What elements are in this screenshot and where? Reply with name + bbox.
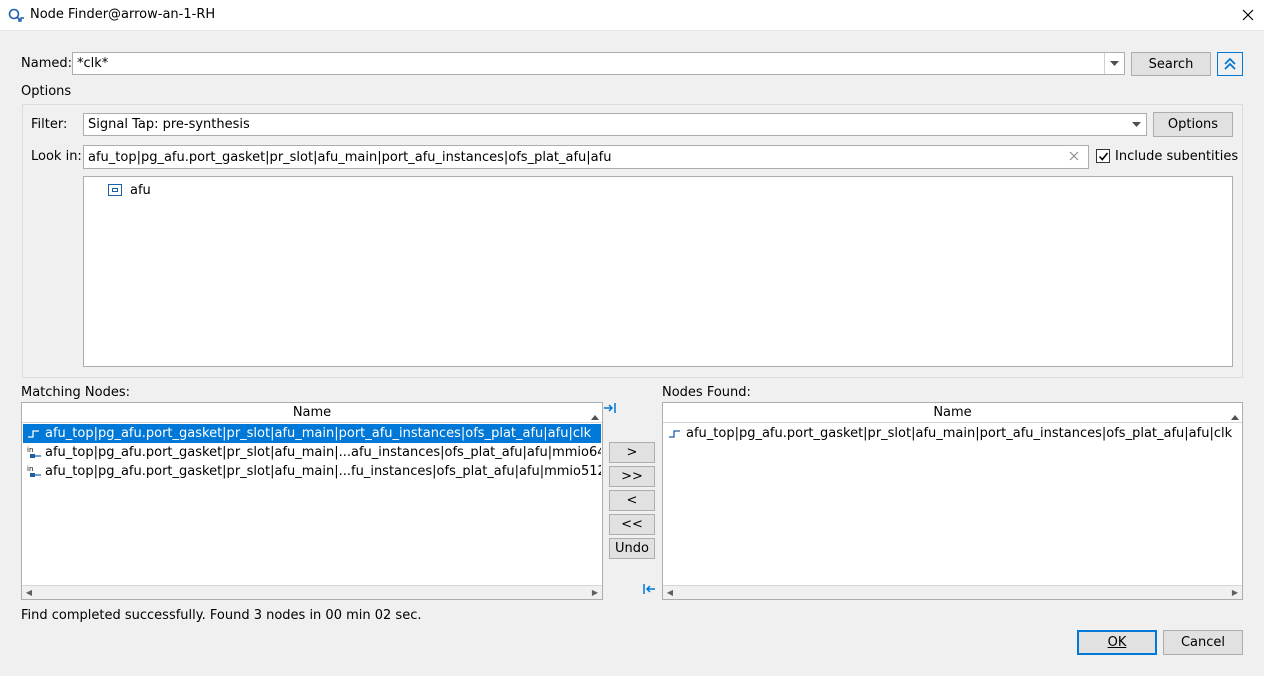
- cancel-button-label: Cancel: [1180, 635, 1226, 650]
- svg-text:in: in: [27, 446, 33, 454]
- sort-ascending-icon: [591, 409, 599, 424]
- named-label: Named:: [21, 56, 72, 71]
- chevron-down-icon[interactable]: [1126, 114, 1146, 135]
- add-button[interactable]: >: [609, 442, 655, 463]
- status-text: Find completed successfully. Found 3 nod…: [21, 608, 422, 623]
- found-name-column-header[interactable]: Name: [663, 403, 1242, 423]
- tree-item-label: afu: [130, 182, 151, 198]
- table-row[interactable]: in afu_top|pg_afu.port_gasket|pr_slot|af…: [23, 443, 601, 462]
- look-in-value: afu_top|pg_afu.port_gasket|pr_slot|afu_m…: [88, 149, 612, 165]
- options-group-label: Options: [21, 84, 72, 99]
- column-header-label: Name: [933, 405, 972, 420]
- table-row[interactable]: afu_top|pg_afu.port_gasket|pr_slot|afu_m…: [23, 424, 601, 443]
- close-icon[interactable]: [1236, 3, 1260, 27]
- hierarchy-tree[interactable]: afu: [83, 176, 1233, 367]
- undo-button[interactable]: Undo: [609, 538, 655, 559]
- column-header-label: Name: [292, 405, 332, 420]
- nodes-found-list[interactable]: Name afu_top|pg_afu.port_gasket|pr_slot|…: [662, 402, 1243, 600]
- named-combobox[interactable]: *clk*: [72, 52, 1125, 75]
- table-row[interactable]: in afu_top|pg_afu.port_gasket|pr_slot|af…: [23, 462, 601, 481]
- scroll-right-icon[interactable]: ▶: [1228, 586, 1242, 599]
- nodes-found-label: Nodes Found:: [662, 385, 751, 400]
- horizontal-scrollbar[interactable]: ◀ ▶: [22, 585, 602, 599]
- include-subentities-label[interactable]: Include subentities: [1115, 149, 1238, 164]
- scroll-left-icon[interactable]: ◀: [22, 586, 36, 599]
- matching-nodes-list[interactable]: Name afu_top|pg_afu.port_gasket|pr_slot|…: [21, 402, 603, 600]
- input-pin-icon: in: [23, 462, 45, 481]
- input-pin-icon: in: [23, 443, 45, 462]
- filter-label: Filter:: [31, 117, 68, 132]
- ok-button-label: OK: [1107, 635, 1127, 650]
- named-input[interactable]: *clk*: [77, 56, 108, 71]
- filter-value: Signal Tap: pre-synthesis: [88, 117, 250, 132]
- scroll-right-icon[interactable]: ▶: [588, 586, 602, 599]
- horizontal-scrollbar[interactable]: ◀ ▶: [663, 585, 1242, 599]
- cancel-button[interactable]: Cancel: [1163, 630, 1243, 655]
- clock-signal-icon: [23, 424, 45, 443]
- remove-all-button[interactable]: <<: [609, 514, 655, 535]
- chevron-double-up-icon[interactable]: [1217, 52, 1243, 76]
- node-name: afu_top|pg_afu.port_gasket|pr_slot|afu_m…: [45, 426, 592, 441]
- matching-name-column-header[interactable]: Name: [22, 403, 602, 423]
- fit-columns-icon[interactable]: [603, 401, 617, 415]
- table-row[interactable]: afu_top|pg_afu.port_gasket|pr_slot|afu_m…: [664, 424, 1241, 443]
- add-all-button[interactable]: >>: [609, 466, 655, 487]
- remove-button[interactable]: <: [609, 490, 655, 511]
- fit-columns-left-icon[interactable]: [642, 582, 656, 596]
- search-button[interactable]: Search: [1131, 52, 1211, 76]
- ok-button[interactable]: OK: [1077, 630, 1157, 655]
- svg-text:in: in: [27, 465, 33, 473]
- entity-icon: [108, 184, 122, 196]
- look-in-label: Look in:: [31, 149, 82, 164]
- node-finder-icon: [8, 7, 26, 25]
- window-title: Node Finder@arrow-an-1-RH: [30, 7, 216, 22]
- sort-ascending-icon: [1231, 409, 1239, 424]
- matching-nodes-label: Matching Nodes:: [21, 385, 130, 400]
- look-in-input[interactable]: afu_top|pg_afu.port_gasket|pr_slot|afu_m…: [83, 145, 1089, 169]
- filter-select[interactable]: Signal Tap: pre-synthesis: [83, 113, 1147, 136]
- options-button[interactable]: Options: [1153, 112, 1233, 137]
- node-name: afu_top|pg_afu.port_gasket|pr_slot|afu_m…: [45, 445, 601, 460]
- scroll-left-icon[interactable]: ◀: [663, 586, 677, 599]
- clock-signal-icon: [664, 424, 686, 443]
- include-subentities-checkbox[interactable]: [1096, 149, 1110, 163]
- node-name: afu_top|pg_afu.port_gasket|pr_slot|afu_m…: [45, 464, 601, 479]
- node-name: afu_top|pg_afu.port_gasket|pr_slot|afu_m…: [686, 426, 1233, 441]
- clear-icon[interactable]: [1068, 150, 1080, 166]
- tree-item[interactable]: afu: [108, 180, 151, 200]
- chevron-down-icon[interactable]: [1104, 53, 1124, 74]
